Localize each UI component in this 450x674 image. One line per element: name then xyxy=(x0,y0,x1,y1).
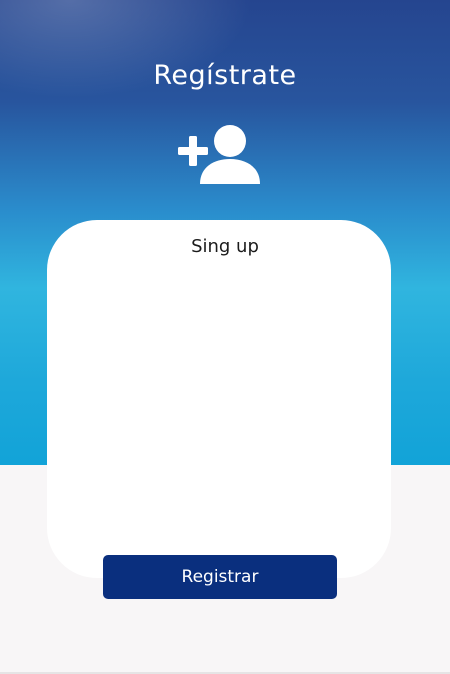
add-user-icon xyxy=(178,125,260,184)
register-button[interactable]: Registrar xyxy=(103,555,337,599)
signup-card xyxy=(47,220,391,578)
signup-screen: Regístrate Sing up Registrar xyxy=(0,0,450,674)
page-title: Regístrate xyxy=(153,60,297,91)
card-title: Sing up xyxy=(191,236,259,257)
